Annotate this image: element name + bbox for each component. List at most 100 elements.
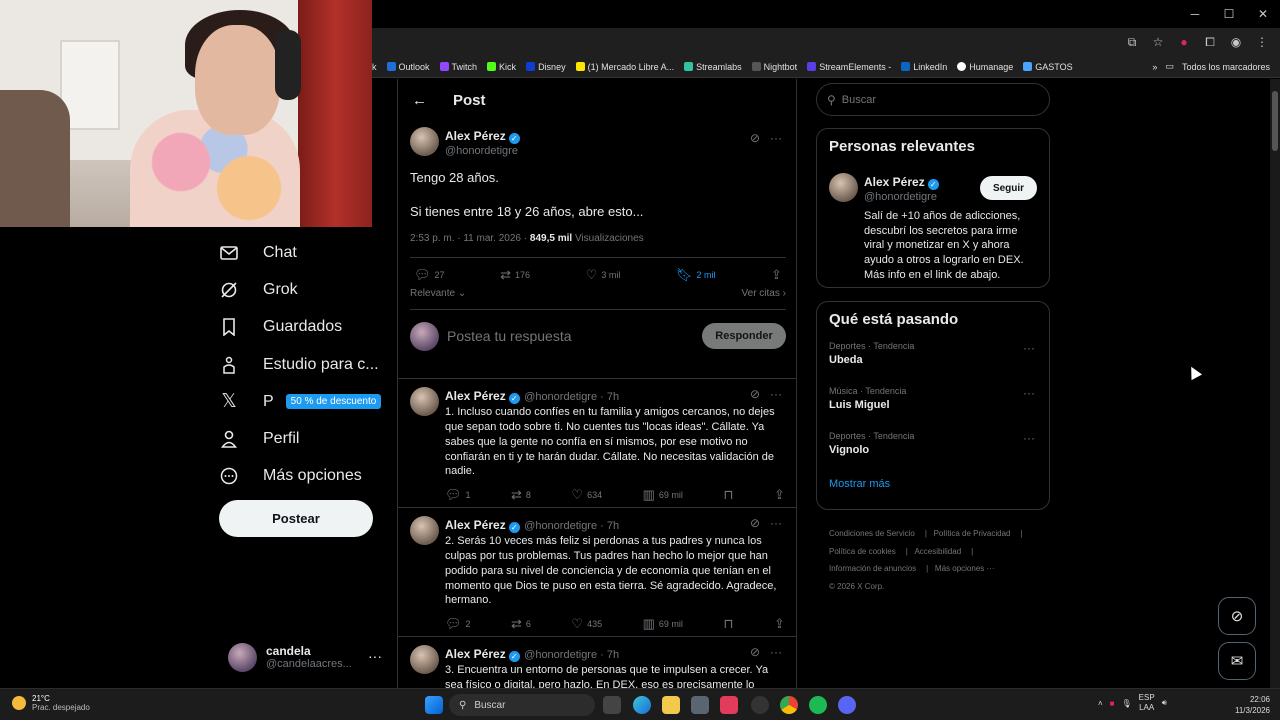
footer-link[interactable]: Accesibilidad (914, 547, 961, 556)
like-action[interactable]: ♡ 634 (571, 487, 602, 503)
reply-action[interactable]: 💬︎ 27 (414, 267, 445, 283)
antivirus-icon[interactable]: ■ (1110, 699, 1115, 708)
grok-icon[interactable]: ⊘ (750, 387, 760, 401)
bookmark-item[interactable]: Disney (526, 62, 566, 72)
weather-widget[interactable]: 21°C Prac. despejado (12, 694, 90, 712)
author-name[interactable]: Alex Pérez (445, 647, 506, 661)
tray-overflow-icon[interactable]: ˄ (1098, 699, 1103, 708)
footer-link[interactable]: Más opciones ··· (935, 564, 995, 573)
page-scrollbar[interactable] (1270, 79, 1280, 688)
author-handle[interactable]: @honordetigre (445, 145, 520, 157)
bookmark-item[interactable]: Humanage (957, 62, 1013, 72)
person-handle[interactable]: @honordetigre (864, 191, 939, 203)
file-explorer-icon[interactable] (662, 696, 680, 714)
obs-icon[interactable] (751, 696, 769, 714)
maximize-button[interactable]: ☐ (1212, 0, 1246, 28)
like-action[interactable]: ♡ 435 (571, 616, 602, 632)
more-icon[interactable]: ··· (1023, 341, 1035, 355)
grok-icon[interactable]: ⊘ (750, 645, 760, 659)
more-icon[interactable]: ··· (770, 645, 782, 659)
more-icon[interactable]: ··· (1023, 431, 1035, 445)
footer-link[interactable]: Condiciones de Servicio (829, 529, 915, 538)
bookmark-item[interactable]: Nightbot (751, 62, 797, 72)
more-icon[interactable]: ··· (368, 648, 382, 664)
windows-start-icon[interactable] (425, 696, 443, 714)
reply-input[interactable]: Postea tu respuesta (447, 328, 572, 344)
avatar[interactable] (410, 127, 439, 156)
profile-avatar-icon[interactable]: ◉ (1226, 33, 1246, 51)
bookmark-action[interactable]: ⊓ (723, 487, 733, 503)
nav-saved[interactable]: Guardados (219, 309, 389, 346)
follow-button[interactable]: Seguir (980, 176, 1037, 200)
trend-item[interactable]: Música · Tendencia Luis Miguel ··· (829, 382, 1037, 427)
bookmark-action[interactable]: ⊓ (723, 616, 733, 632)
grok-icon[interactable]: ⊘ (750, 516, 760, 530)
nav-grok[interactable]: Grok (219, 271, 389, 308)
bookmark-item[interactable]: k (372, 62, 377, 72)
spotify-icon[interactable] (809, 696, 827, 714)
author-name[interactable]: Alex Pérez (445, 518, 506, 532)
more-icon[interactable]: ··· (770, 131, 782, 145)
bookmark-item[interactable]: Kick (487, 62, 516, 72)
minimize-button[interactable]: ─ (1178, 0, 1212, 28)
trend-item[interactable]: Deportes · Tendencia Vignolo ··· (829, 427, 1037, 472)
person-name[interactable]: Alex Pérez (864, 175, 925, 189)
browser-menu-icon[interactable]: ⋮ (1252, 33, 1272, 51)
reply-tweet[interactable]: Alex Pérez ✓ @honordetigre · 7h ⊘ ··· 3. E… (398, 636, 796, 688)
repost-action[interactable]: ⇄ 6 (511, 616, 531, 632)
nav-profile[interactable]: Perfil (219, 420, 389, 457)
grok-floating-button[interactable]: ⊘ (1218, 597, 1256, 635)
more-icon[interactable]: ··· (1023, 386, 1035, 400)
bookmark-item[interactable]: Streamlabs (684, 62, 742, 72)
bookmark-star-icon[interactable]: ☆ (1148, 33, 1168, 51)
bookmark-item[interactable]: GASTOS (1023, 62, 1073, 72)
nav-chat[interactable]: Chat (219, 234, 389, 271)
footer-link[interactable]: Política de cookies (829, 547, 896, 556)
more-icon[interactable]: ··· (770, 516, 782, 530)
author-handle[interactable]: @honordetigre · 7h (524, 520, 619, 532)
trend-item[interactable]: Deportes · Tendencia Ubeda ··· (829, 337, 1037, 382)
show-more-link[interactable]: Mostrar más (829, 478, 1037, 490)
repost-action[interactable]: ⇄ 8 (511, 487, 531, 503)
footer-link[interactable]: Política de Privacidad (934, 529, 1011, 538)
avatar[interactable] (410, 645, 439, 674)
taskbar-clock[interactable]: 22:06 11/3/2026 (1235, 694, 1270, 716)
bookmarks-overflow-button[interactable]: » (1152, 62, 1157, 72)
microphone-icon[interactable]: 🎙︎ (1122, 699, 1132, 708)
post-button[interactable]: Postear (219, 500, 373, 537)
grok-icon[interactable]: ⊘ (750, 131, 760, 145)
language-indicator[interactable]: ESP LAA (1139, 693, 1155, 713)
share-action[interactable]: ⇪ (774, 616, 785, 632)
avatar[interactable] (829, 173, 858, 202)
nav-studio[interactable]: Estudio para c... (219, 346, 389, 383)
close-button[interactable]: ✕ (1246, 0, 1280, 28)
more-icon[interactable]: ··· (770, 387, 782, 401)
all-bookmarks-link[interactable]: Todos los marcadores (1182, 62, 1270, 72)
footer-link[interactable]: Información de anuncios (829, 564, 916, 573)
discord-icon[interactable] (838, 696, 856, 714)
sort-dropdown[interactable]: Relevante ⌄ (410, 288, 466, 299)
account-switcher[interactable]: candela @candelaacres... ··· (228, 640, 388, 674)
share-action[interactable]: ⇪ (771, 267, 782, 283)
task-view-icon[interactable] (603, 696, 621, 714)
views-action[interactable]: ▥ 69 mil (643, 487, 683, 503)
chrome-icon[interactable] (780, 696, 798, 714)
back-arrow-icon[interactable]: ← (412, 92, 427, 109)
nav-more-options[interactable]: Más opciones (219, 458, 389, 495)
install-app-icon[interactable]: ⧉ (1122, 33, 1142, 51)
bookmark-item[interactable]: StreamElements - (807, 62, 891, 72)
bookmark-action[interactable]: 🔖︎ 2 mil (676, 267, 716, 283)
nav-premium[interactable]: 𝕏 P 50 % de descuento (219, 383, 389, 420)
tweet-time[interactable]: 2:53 p. m. · 11 mar. 2026 · (410, 233, 527, 244)
bookmark-item[interactable]: LinkedIn (901, 62, 947, 72)
bookmark-item[interactable]: (1) Mercado Libre A... (575, 62, 674, 72)
author-handle[interactable]: @honordetigre · 7h (524, 391, 619, 403)
messages-floating-button[interactable]: ✉ (1218, 642, 1256, 680)
reply-tweet[interactable]: Alex Pérez ✓ @honordetigre · 7h ⊘ ··· 1. I… (398, 378, 796, 503)
extensions-icon[interactable]: ⧠ (1200, 33, 1220, 51)
scrollbar-thumb[interactable] (1272, 91, 1278, 151)
like-action[interactable]: ♡ 3 mil (586, 267, 621, 283)
views-action[interactable]: ▥ 69 mil (643, 616, 683, 632)
author-handle[interactable]: @honordetigre · 7h (524, 649, 619, 661)
search-input[interactable]: ⚲ Buscar (816, 83, 1050, 116)
